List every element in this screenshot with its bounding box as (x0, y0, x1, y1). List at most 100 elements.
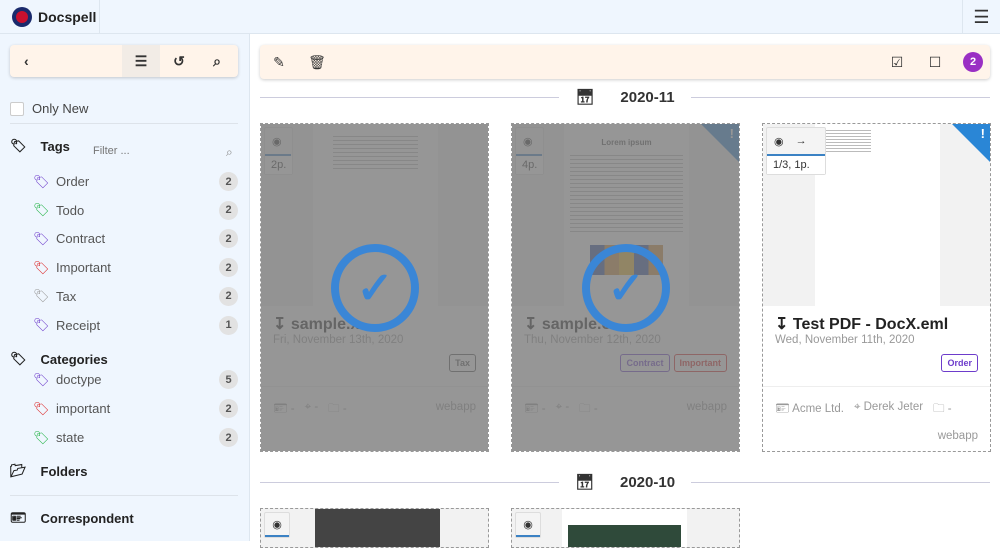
preview-controls: ◉ → 1/3, 1p. (766, 127, 826, 175)
item-count: 2 (219, 258, 238, 278)
edit-button[interactable]: ✎ (260, 45, 298, 79)
item-card[interactable]: ◉2p. ↧ sample.x Fri, November 13th, 2020… (260, 123, 489, 452)
exclamation-icon: ! (980, 126, 985, 141)
correspondent-value: Acme Ltd. (792, 403, 844, 415)
item-count: 2 (219, 200, 238, 220)
item-label: state (56, 430, 85, 445)
correspondent: 🪪︎ Acme Ltd. (775, 403, 844, 415)
item-date: Wed, November 11th, 2020 (775, 334, 915, 346)
sidebar-tags-item[interactable]: 🏷︎ Tax 2 (33, 286, 238, 306)
check-circle-icon: ✓ (331, 244, 419, 332)
item-count: 2 (219, 399, 238, 418)
folder-open-icon: 📂︎ (10, 463, 27, 478)
app-brand[interactable]: Docspell (0, 0, 100, 34)
eye-icon: ◉ (774, 135, 784, 148)
item-count: 2 (219, 229, 238, 249)
preview-page (815, 124, 940, 306)
tags-icon: 🏷︎ (33, 429, 50, 445)
tags-icon: 🏷︎ (10, 351, 27, 366)
item-card[interactable]: ◉ (260, 508, 489, 548)
item-tags: Order (941, 354, 978, 372)
group-label: 2020-11 (612, 88, 683, 106)
concerning: ⌖ Derek Jeter (853, 401, 924, 413)
collapse-sidebar-button[interactable]: ‹ (10, 45, 122, 77)
sidebar-tags-item[interactable]: 🏷︎ Important 2 (33, 258, 238, 278)
select-all-button[interactable]: ☑ (878, 45, 916, 79)
sidebar-toolbar: ‹ ☰ ↺ ⌕ (10, 45, 238, 77)
group-label: 2020-10 (611, 473, 684, 491)
item-label: Important (56, 260, 111, 276)
correspondent-section-header[interactable]: 🪪︎ Correspondent (10, 510, 134, 526)
tags-title: Tags (40, 138, 70, 154)
preview-button[interactable]: ◉ → (767, 128, 825, 156)
item-source: webapp (937, 430, 978, 442)
item-label: important (56, 401, 111, 416)
only-new-label: Only New (32, 101, 89, 116)
check-circle-icon: ✓ (582, 244, 670, 332)
sidebar-categories-item[interactable]: 🏷︎ important 2 (33, 399, 238, 418)
toggle-list-button[interactable]: ☰ (122, 45, 160, 77)
eye-icon: ◉ (516, 513, 540, 537)
new-item-marker: ! (952, 124, 990, 162)
tags-icon: 🏷︎ (33, 371, 50, 387)
arrow-down-icon: ↧ (775, 316, 793, 333)
item-card[interactable]: Lorem ipsum ◉4p. ! ↧ sample.o Thu, Novem… (511, 123, 740, 452)
item-card[interactable]: ◉ (511, 508, 740, 548)
calendar-icon: 📅︎ (566, 473, 602, 491)
only-new-checkbox[interactable]: Only New (10, 101, 88, 116)
tag-icon: 🏷︎ (33, 259, 50, 275)
select-none-button[interactable]: ☐ (916, 45, 954, 79)
preview-button[interactable]: ◉ (515, 512, 541, 538)
tags-section-header[interactable]: 🏷︎ Tags (10, 138, 70, 154)
check-square-icon: ☑ (890, 53, 904, 70)
checkbox[interactable] (10, 101, 24, 116)
sidebar: ‹ ☰ ↺ ⌕ Only New 🏷︎ Tags ⌕ 🏷︎ Order 2 🏷︎ Todo… (0, 34, 250, 541)
tag-label[interactable]: Order (941, 354, 978, 372)
sidebar-tags-item[interactable]: 🏷︎ Contract 2 (33, 229, 238, 249)
page-count: 1/3, 1p. (767, 156, 825, 174)
sidebar-tags-item[interactable]: 🏷︎ Receipt 1 (33, 315, 238, 335)
chevron-left-icon: ‹ (24, 53, 29, 69)
sidebar-tags-item[interactable]: 🏷︎ Todo 2 (33, 200, 238, 220)
item-title-text: Test PDF - DocX.eml (792, 316, 949, 333)
sidebar-categories-item[interactable]: 🏷︎ state 2 (33, 428, 238, 447)
item-label: Receipt (56, 317, 101, 333)
group-header: 📅︎ 2020-11 (260, 85, 990, 109)
item-card[interactable]: ◉ → 1/3, 1p. ! ↧ Test PDF - DocX.eml Wed, … (762, 123, 991, 452)
item-count: 2 (219, 428, 238, 447)
tag-filter-input[interactable] (93, 145, 218, 157)
sidebar-tags-item[interactable]: 🏷︎ Order 2 (33, 172, 238, 191)
item-label: doctype (56, 372, 102, 387)
sidebar-categories-item[interactable]: 🏷︎ doctype 5 (33, 370, 238, 389)
address-card-icon: 🪪︎ (10, 510, 27, 525)
item-label: Order (56, 174, 90, 189)
folders-section-header[interactable]: 📂︎ Folders (10, 463, 87, 479)
tag-icon: 🏷︎ (10, 138, 27, 153)
group-header: 📅︎ 2020-10 (260, 470, 990, 494)
preview-button[interactable]: ◉ (264, 512, 290, 538)
delete-button[interactable]: 🗑︎ (298, 45, 336, 79)
categories-title: Categories (40, 351, 108, 367)
main-content: ✎ 🗑︎ ☑ ☐ 2 📅︎ 2020-11 ◉2p. ↧ sample.x Fri… (250, 34, 1000, 548)
arrow-right-icon[interactable]: → (796, 135, 807, 147)
search-button[interactable]: ⌕ (198, 45, 236, 77)
hamburger-menu-button[interactable]: ☰ (962, 0, 1000, 34)
main-toolbar: ✎ 🗑︎ ☑ ☐ 2 (260, 45, 990, 79)
item-title[interactable]: ↧ Test PDF - DocX.eml (775, 314, 948, 334)
categories-section-header[interactable]: 🏷︎ Categories (10, 351, 108, 367)
item-count: 5 (219, 370, 238, 389)
calendar-icon: 📅︎ (567, 88, 603, 106)
tag-icon: 🏷︎ (33, 202, 50, 218)
reset-button[interactable]: ↺ (160, 45, 198, 77)
selection-count-badge: 2 (963, 52, 983, 72)
item-count: 1 (219, 315, 238, 335)
folder-value: - (947, 403, 952, 415)
trash-icon: 🗑︎ (308, 53, 326, 70)
item-label: Todo (56, 202, 85, 218)
concerning-value: Derek Jeter (863, 401, 924, 413)
item-label: Tax (56, 288, 77, 304)
filter-search-icon: ⌕ (226, 145, 233, 159)
hamburger-icon: ☰ (973, 6, 990, 27)
list-check-icon: ☰ (134, 52, 148, 69)
item-label: Contract (56, 231, 106, 247)
